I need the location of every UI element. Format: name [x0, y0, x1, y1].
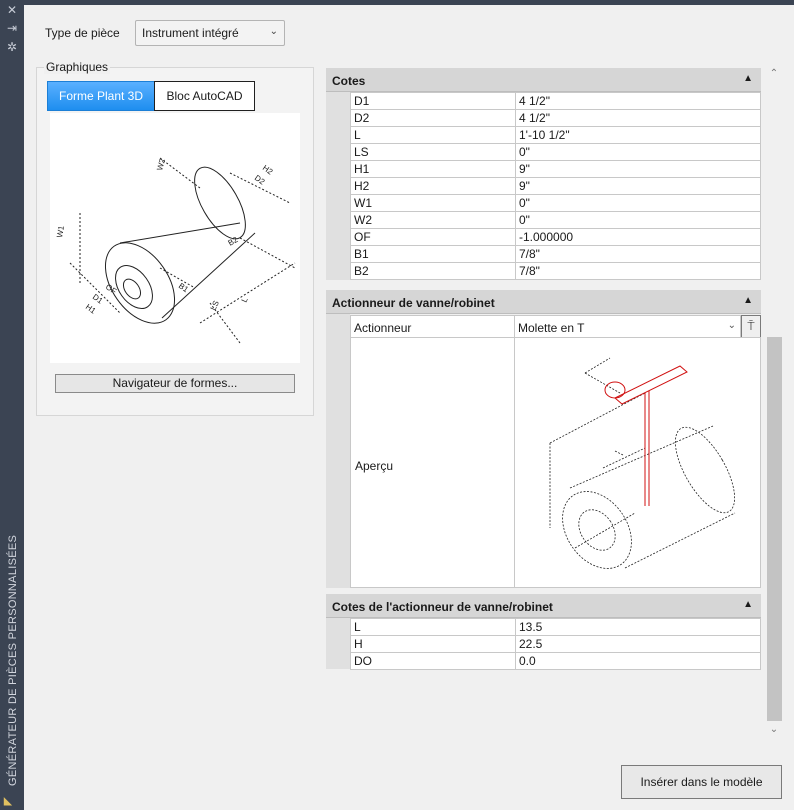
- cotes-table: D1 4 1/2" D2 4 1/2" L 1'-10 1/2" LS 0" H1 9" H2 9" W…: [350, 92, 761, 280]
- preview-label: Aperçu: [355, 459, 394, 473]
- cote-value[interactable]: 9": [515, 177, 761, 195]
- cote-row[interactable]: B2 7/8": [350, 262, 761, 280]
- actuator-dim-value[interactable]: 0.0: [515, 652, 761, 670]
- scrollbar-thumb[interactable]: [767, 337, 782, 721]
- scroll-up-icon[interactable]: ⌃: [767, 68, 781, 82]
- section-header-actuator[interactable]: Actionneur de vanne/robinet ▲: [326, 290, 761, 314]
- shape-preview-image: W1 D1 H1 OF B1 LS L W2 D2 H2 B2: [50, 113, 300, 363]
- section-header-cotes[interactable]: Cotes ▲: [326, 68, 761, 92]
- cote-value[interactable]: 0": [515, 143, 761, 161]
- cote-value[interactable]: -1.000000: [515, 228, 761, 246]
- cote-value[interactable]: 7/8": [515, 245, 761, 263]
- chevron-down-icon: ⌄: [269, 26, 278, 37]
- section-margin: [326, 314, 350, 588]
- section-title-actuator: Actionneur de vanne/robinet: [332, 296, 495, 310]
- cote-name: L: [350, 126, 516, 144]
- actuator-dim-row[interactable]: H 22.5: [350, 635, 761, 653]
- properties-icon[interactable]: ✲: [4, 40, 20, 54]
- cote-value[interactable]: 0": [515, 211, 761, 229]
- actuator-dim-row[interactable]: DO 0.0: [350, 652, 761, 670]
- collapse-icon[interactable]: ▲: [743, 73, 753, 84]
- tab-plant-3d-shape[interactable]: Forme Plant 3D: [47, 81, 155, 111]
- collapse-icon[interactable]: ▲: [743, 295, 753, 306]
- cote-row[interactable]: H2 9": [350, 177, 761, 195]
- svg-text:D2: D2: [253, 173, 267, 187]
- cote-name: W2: [350, 211, 516, 229]
- svg-text:H2: H2: [261, 163, 275, 177]
- section-margin: [326, 618, 350, 669]
- cote-name: D1: [350, 92, 516, 110]
- actuator-dims-table: L 13.5 H 22.5 DO 0.0: [350, 618, 761, 670]
- actuator-picker-icon[interactable]: ⍑: [741, 315, 761, 338]
- actuator-dim-name: DO: [350, 652, 516, 670]
- part-type-select[interactable]: Instrument intégré ⌄: [135, 20, 285, 46]
- cote-row[interactable]: H1 9": [350, 160, 761, 178]
- cote-row[interactable]: D2 4 1/2": [350, 109, 761, 127]
- chevron-down-icon: ⌄: [727, 320, 736, 331]
- tab-autocad-block[interactable]: Bloc AutoCAD: [154, 81, 255, 111]
- cote-value[interactable]: 7/8": [515, 262, 761, 280]
- cote-row[interactable]: D1 4 1/2": [350, 92, 761, 110]
- cote-row[interactable]: OF -1.000000: [350, 228, 761, 246]
- actuator-value: Molette en T: [518, 321, 585, 335]
- actuator-dim-name: H: [350, 635, 516, 653]
- cote-row[interactable]: LS 0": [350, 143, 761, 161]
- actuator-dim-row[interactable]: L 13.5: [350, 618, 761, 636]
- insert-into-model-button[interactable]: Insérer dans le modèle: [621, 765, 782, 799]
- cote-value[interactable]: 4 1/2": [515, 109, 761, 127]
- cote-row[interactable]: B1 7/8": [350, 245, 761, 263]
- actuator-dim-value[interactable]: 13.5: [515, 618, 761, 636]
- cote-row[interactable]: W1 0": [350, 194, 761, 212]
- actuator-dim-value[interactable]: 22.5: [515, 635, 761, 653]
- svg-text:L: L: [240, 296, 250, 304]
- preview-label-cell: Aperçu: [350, 337, 515, 588]
- svg-text:W1: W1: [55, 224, 66, 238]
- cote-name: LS: [350, 143, 516, 161]
- cote-name: OF: [350, 228, 516, 246]
- title-bar: [24, 0, 794, 5]
- actuator-preview-image: [514, 337, 761, 588]
- cote-row[interactable]: W2 0": [350, 211, 761, 229]
- cote-value[interactable]: 4 1/2": [515, 92, 761, 110]
- section-header-actuator-dims[interactable]: Cotes de l'actionneur de vanne/robinet ▲: [326, 594, 761, 618]
- palette-title: GÉNÉRATEUR DE PIÈCES PERSONNALISÉES: [7, 534, 19, 786]
- section-title-cotes: Cotes: [332, 74, 366, 88]
- cote-value[interactable]: 9": [515, 160, 761, 178]
- svg-text:B1: B1: [177, 281, 191, 294]
- cote-name: B2: [350, 262, 516, 280]
- close-icon[interactable]: ✕: [4, 3, 20, 17]
- svg-text:D1: D1: [91, 292, 105, 306]
- section-margin: [326, 92, 350, 280]
- actuator-select[interactable]: Molette en T ⌄: [514, 315, 741, 338]
- actuator-dim-name: L: [350, 618, 516, 636]
- cote-name: B1: [350, 245, 516, 263]
- cote-name: D2: [350, 109, 516, 127]
- cote-value[interactable]: 1'-10 1/2": [515, 126, 761, 144]
- autohide-icon[interactable]: ⇥: [4, 21, 20, 35]
- graphics-title: Graphiques: [44, 60, 111, 74]
- actuator-label: Actionneur: [350, 315, 515, 338]
- cote-row[interactable]: L 1'-10 1/2": [350, 126, 761, 144]
- cote-name: H1: [350, 160, 516, 178]
- cote-name: W1: [350, 194, 516, 212]
- collapse-icon[interactable]: ▲: [743, 599, 753, 610]
- scroll-down-icon[interactable]: ⌄: [767, 724, 781, 738]
- svg-text:H1: H1: [84, 302, 98, 316]
- part-type-value: Instrument intégré: [142, 26, 239, 40]
- part-type-label: Type de pièce: [45, 26, 120, 40]
- cote-name: H2: [350, 177, 516, 195]
- palette-strip: ✕ ⇥ ✲ GÉNÉRATEUR DE PIÈCES PERSONNALISÉE…: [0, 0, 24, 810]
- shape-navigator-button[interactable]: Navigateur de formes...: [55, 374, 295, 393]
- svg-text:W2: W2: [155, 157, 167, 171]
- svg-text:LS: LS: [209, 299, 221, 312]
- app-logo-icon: ◣: [4, 796, 12, 807]
- section-title-actuator-dims: Cotes de l'actionneur de vanne/robinet: [332, 600, 553, 614]
- cote-value[interactable]: 0": [515, 194, 761, 212]
